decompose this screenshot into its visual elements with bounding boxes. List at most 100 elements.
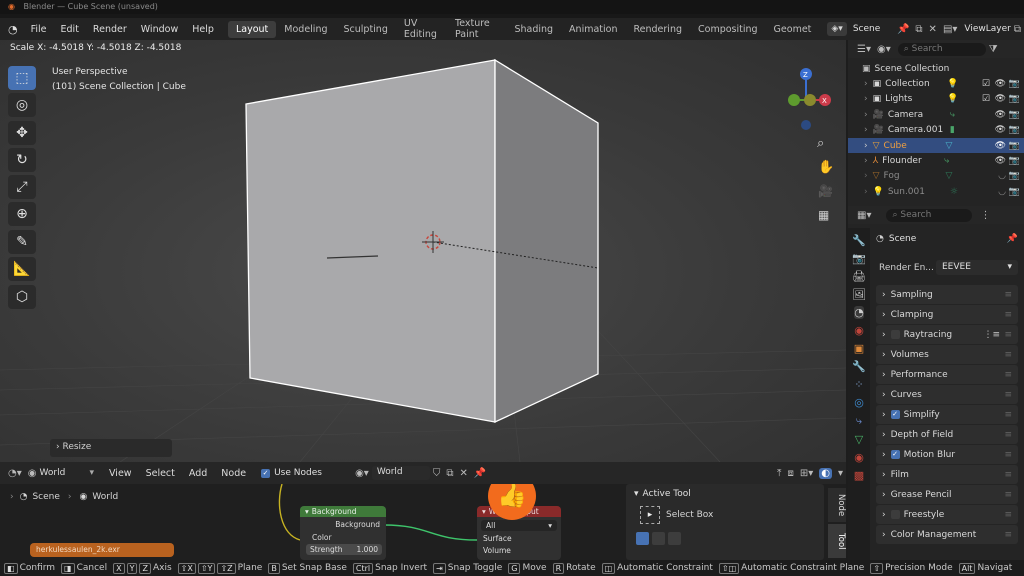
include-checkbox[interactable]: ☑ <box>982 94 990 104</box>
panel-depth-of-field[interactable]: › Depth of Field ≡ <box>876 425 1018 444</box>
target-dropdown[interactable]: All ▾ <box>481 520 557 531</box>
ortho-grid-icon[interactable]: ▦ <box>818 208 829 222</box>
background-node[interactable]: ▾ Background Background Color Strength 1.0… <box>300 506 386 560</box>
select-subtract-icon[interactable] <box>668 532 681 545</box>
new-view-layer-icon[interactable]: ⧉ <box>1014 24 1021 35</box>
render-camera-icon[interactable]: 📷 <box>1009 125 1020 135</box>
motion-blur-checkbox[interactable]: ✓ <box>890 450 900 459</box>
panel-raytracing[interactable]: › Raytracing ⋮≡ ≡ <box>876 325 1018 344</box>
rotate-tool-icon[interactable]: ↻ <box>8 148 36 172</box>
panel-motion-blur[interactable]: › ✓ Motion Blur ≡ <box>876 445 1018 464</box>
world-browse-icon[interactable]: ◉▾ <box>355 468 369 479</box>
transform-tool-icon[interactable]: ⊕ <box>8 202 36 226</box>
tab-geometry[interactable]: Geomet <box>766 21 820 38</box>
cube-side-face[interactable] <box>494 58 599 424</box>
tab-animation[interactable]: Animation <box>561 21 625 38</box>
simplify-checkbox[interactable]: ✓ <box>890 410 900 419</box>
visibility-eye-icon[interactable]: 👁 <box>995 94 1006 104</box>
outliner-search-input[interactable]: ⌕ Search <box>897 42 986 56</box>
menu-render[interactable]: Render <box>86 24 134 35</box>
overlay-toggle-icon[interactable]: ◐ <box>819 467 832 479</box>
render-camera-icon[interactable]: 📷 <box>1009 94 1020 104</box>
panel-volumes[interactable]: › Volumes ≡ <box>876 345 1018 364</box>
3d-viewport[interactable]: Z X Scale X: -4.5018 Y: -4.5018 Z: -4.50… <box>0 40 846 462</box>
tab-shading[interactable]: Shading <box>506 21 561 38</box>
node-editor-canvas[interactable]: › ◔ Scene › ◉ World herkulessaulen_2k.ex… <box>0 484 846 560</box>
snapping-icon[interactable]: ⧈ <box>787 468 793 479</box>
render-camera-icon[interactable]: 📷 <box>1009 187 1020 197</box>
view-layer-icon[interactable]: ▤▾ <box>943 24 957 35</box>
tab-compositing[interactable]: Compositing <box>690 21 766 38</box>
panel-color-management[interactable]: › Color Management ≡ <box>876 525 1018 544</box>
duplicate-world-icon[interactable]: ⧉ <box>446 468 453 479</box>
preset-list-icon[interactable]: ⋮≡ <box>983 330 1000 340</box>
snap-options-icon[interactable]: ⊞▾ <box>800 468 813 479</box>
menu-window[interactable]: Window <box>134 24 185 35</box>
new-scene-icon[interactable]: ⧉ <box>915 24 922 35</box>
hidden-eye-icon[interactable]: ◡ <box>998 171 1006 181</box>
pan-hand-icon[interactable]: ✋ <box>818 160 834 175</box>
fake-user-shield-icon[interactable]: ⛉ <box>433 468 441 479</box>
render-engine-dropdown[interactable]: EEVEE ▾ <box>936 260 1018 275</box>
editor-type-icon[interactable]: ▦▾ <box>857 210 871 221</box>
options-icon[interactable]: ⋮ <box>980 210 990 221</box>
use-nodes-checkbox[interactable]: ✓ <box>261 468 271 478</box>
output-tab-icon[interactable]: 🖨 <box>852 270 866 283</box>
outliner-item-cube[interactable]: › ▽ Cube ▽ 👁 📷 <box>848 137 1024 154</box>
annotate-tool-icon[interactable]: ✎ <box>8 230 36 254</box>
menu-help[interactable]: Help <box>185 24 221 35</box>
hidden-eye-icon[interactable]: ◡ <box>998 187 1006 197</box>
tab-modeling[interactable]: Modeling <box>276 21 335 38</box>
unlink-world-icon[interactable]: ✕ <box>459 468 467 479</box>
panel-freestyle[interactable]: › Freestyle ≡ <box>876 505 1018 524</box>
zoom-icon[interactable]: ⌕ <box>817 136 824 151</box>
panel-simplify[interactable]: › ✓ Simplify ≡ <box>876 405 1018 424</box>
tab-texture-paint[interactable]: Texture Paint <box>447 15 506 43</box>
render-tab-icon[interactable]: 📷 <box>852 252 866 265</box>
outliner-item-sun-001[interactable]: › 💡 Sun.001 ☼ ◡ 📷 <box>848 184 1024 199</box>
visibility-eye-icon[interactable]: 👁 <box>995 125 1006 135</box>
render-camera-icon[interactable]: 📷 <box>1009 141 1020 151</box>
blender-menu-icon[interactable]: ◔ <box>8 23 18 36</box>
filter-icon[interactable]: ⧩ <box>989 44 998 55</box>
panel-curves[interactable]: › Curves ≡ <box>876 385 1018 404</box>
visibility-eye-icon[interactable]: 👁 <box>995 156 1006 166</box>
include-checkbox[interactable]: ☑ <box>982 79 990 89</box>
pin-icon[interactable]: 📌 <box>474 468 486 479</box>
delete-scene-icon[interactable]: ✕ <box>929 24 937 35</box>
select-new-icon[interactable] <box>636 532 649 545</box>
cube-front-face[interactable] <box>245 59 496 423</box>
pin-icon[interactable]: 📌 <box>897 24 909 35</box>
menu-view[interactable]: View <box>102 468 139 479</box>
freestyle-checkbox[interactable] <box>890 510 900 519</box>
visibility-eye-icon[interactable]: 👁 <box>995 141 1006 151</box>
view-layer-name[interactable]: ViewLayer <box>964 24 1010 34</box>
tab-node[interactable]: Node <box>828 488 846 522</box>
panel-clamping[interactable]: › Clamping ≡ <box>876 305 1018 324</box>
menu-node[interactable]: Node <box>214 468 253 479</box>
render-camera-icon[interactable]: 📷 <box>1009 171 1020 181</box>
shader-type-dropdown[interactable]: World <box>39 468 89 478</box>
menu-select[interactable]: Select <box>139 468 182 479</box>
outliner-item-flounder[interactable]: › ⅄ Flounder ⤷ 👁 📷 <box>848 153 1024 168</box>
panel-film[interactable]: › Film ≡ <box>876 465 1018 484</box>
menu-add[interactable]: Add <box>182 468 214 479</box>
move-tool-icon[interactable]: ✥ <box>8 121 36 145</box>
select-box-tool-icon[interactable]: ⬚ <box>8 66 36 90</box>
menu-file[interactable]: File <box>24 24 54 35</box>
add-cube-tool-icon[interactable]: ⬡ <box>8 285 36 309</box>
editor-type-icon[interactable]: ☰▾ <box>857 44 871 55</box>
select-box-icon[interactable]: ▸ <box>640 506 660 524</box>
select-extend-icon[interactable] <box>652 532 665 545</box>
scene-selector-icon[interactable]: ◈▾ <box>827 22 847 36</box>
outliner-item-lights[interactable]: › ▣ Lights 💡 ☑ 👁 📷 <box>848 92 1024 107</box>
render-camera-icon[interactable]: 📷 <box>1009 110 1020 120</box>
editor-type-icon[interactable]: ◔▾ <box>8 468 22 479</box>
tab-rendering[interactable]: Rendering <box>625 21 690 38</box>
outliner-root[interactable]: ▣ Scene Collection <box>848 61 1024 76</box>
scale-tool-icon[interactable]: ⤢ <box>8 175 36 199</box>
strength-field[interactable]: Strength 1.000 <box>306 544 382 555</box>
parent-node-tree-icon[interactable]: ⤒ <box>777 468 781 479</box>
menu-edit[interactable]: Edit <box>54 24 86 35</box>
raytracing-checkbox[interactable] <box>890 330 900 339</box>
